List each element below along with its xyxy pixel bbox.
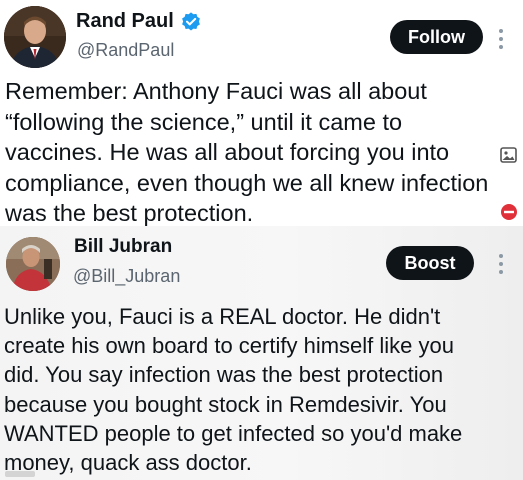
- post-rand-paul: Rand Paul @RandPaul Follow Remember: Ant…: [0, 0, 523, 226]
- image-icon[interactable]: [500, 147, 517, 163]
- avatar[interactable]: [6, 237, 60, 291]
- author-handle[interactable]: @Bill_Jubran: [73, 266, 180, 287]
- post-text: Unlike you, Fauci is a REAL doctor. He d…: [4, 304, 463, 476]
- follow-button[interactable]: Follow: [390, 20, 483, 54]
- more-vertical-icon[interactable]: [496, 27, 506, 51]
- post-text: Remember: Anthony Fauci was all about “f…: [5, 78, 489, 226]
- post-bill-jubran: Bill Jubran @Bill_Jubran Boost Unlike yo…: [0, 226, 523, 480]
- stop-sign-icon[interactable]: [500, 203, 518, 221]
- boost-button[interactable]: Boost: [386, 246, 474, 280]
- portrait-avatar-icon: [4, 6, 66, 68]
- more-vertical-icon[interactable]: [496, 252, 506, 276]
- author-handle[interactable]: @RandPaul: [77, 40, 174, 61]
- author-name[interactable]: Bill Jubran: [74, 236, 172, 258]
- verified-badge-icon: [182, 12, 200, 31]
- avatar[interactable]: [4, 6, 66, 68]
- author-name[interactable]: Rand Paul: [76, 10, 174, 33]
- watermark-mark: [5, 471, 35, 477]
- portrait-avatar-icon: [6, 237, 60, 291]
